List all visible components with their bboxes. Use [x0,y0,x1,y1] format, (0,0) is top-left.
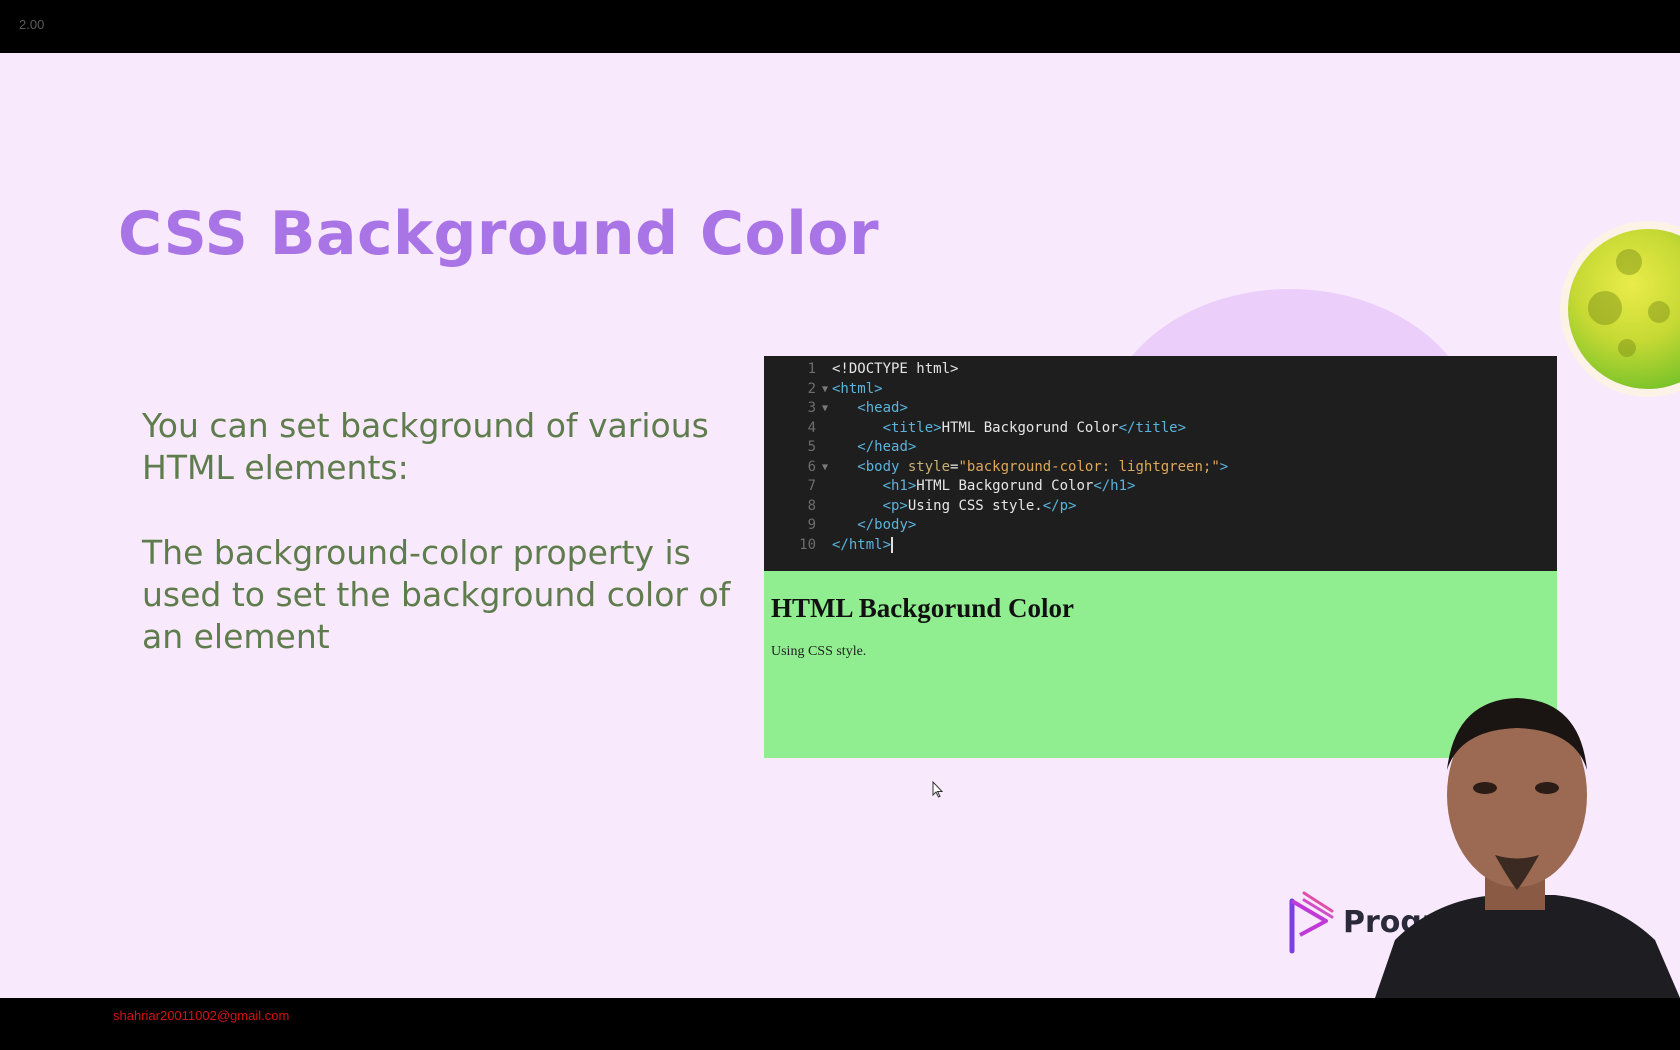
line-number: 10 [799,536,816,553]
line-number: 7 [807,478,816,494]
line-number: 3 [807,400,816,416]
line-number: 5 [807,439,816,455]
preview-paragraph: Using CSS style. [771,644,867,659]
playback-speed-label[interactable]: 2.00 [19,17,44,32]
line-number: 2 [807,380,816,397]
video-top-bar: 2.00 [0,0,1680,53]
code-text: <!DOCTYPE html> [832,361,959,377]
preview-heading: HTML Backgorund Color [771,593,1075,623]
code-text: <title>HTML Backgorund Color</title> [882,419,1187,436]
code-text: <h1>HTML Backgorund Color</h1> [882,478,1136,494]
line-number: 8 [807,497,816,514]
fold-arrow-icon[interactable]: ▼ [822,399,828,418]
code-text: </body> [857,517,917,533]
code-text: <p>Using CSS style.</p> [882,497,1077,514]
code-text: <html> [832,380,883,397]
fold-arrow-icon[interactable]: ▼ [822,458,828,477]
fold-arrow-icon[interactable]: ▼ [822,380,828,399]
text-caret [891,536,894,553]
code-text: </html> [832,536,894,553]
presenter-webcam [1375,690,1680,998]
mouse-cursor-icon [932,781,944,798]
line-number: 1 [807,361,816,377]
code-text: </head> [857,439,917,455]
intro-paragraph: You can set background of various HTML e… [142,406,709,487]
line-number: 9 [807,517,816,533]
line-number: 4 [807,419,816,436]
line-number: 6 [807,458,816,475]
code-text: <head> [857,400,908,416]
planet-illustration-icon [1568,229,1680,389]
code-editor[interactable]: 1 <!DOCTYPE html> 2 ▼ <html> 3 ▼ <head> 4 <titl… [764,356,1557,571]
video-bottom-bar [0,998,1680,1050]
definition-paragraph: The background-color property is used to… [142,533,731,656]
code-text: <body style="background-color: lightgree… [857,458,1229,475]
programming-hero-logo-icon [1289,891,1334,954]
slide-title: CSS Background Color [118,199,880,269]
watermark-email: shahriar20011002@gmail.com [113,1008,290,1023]
